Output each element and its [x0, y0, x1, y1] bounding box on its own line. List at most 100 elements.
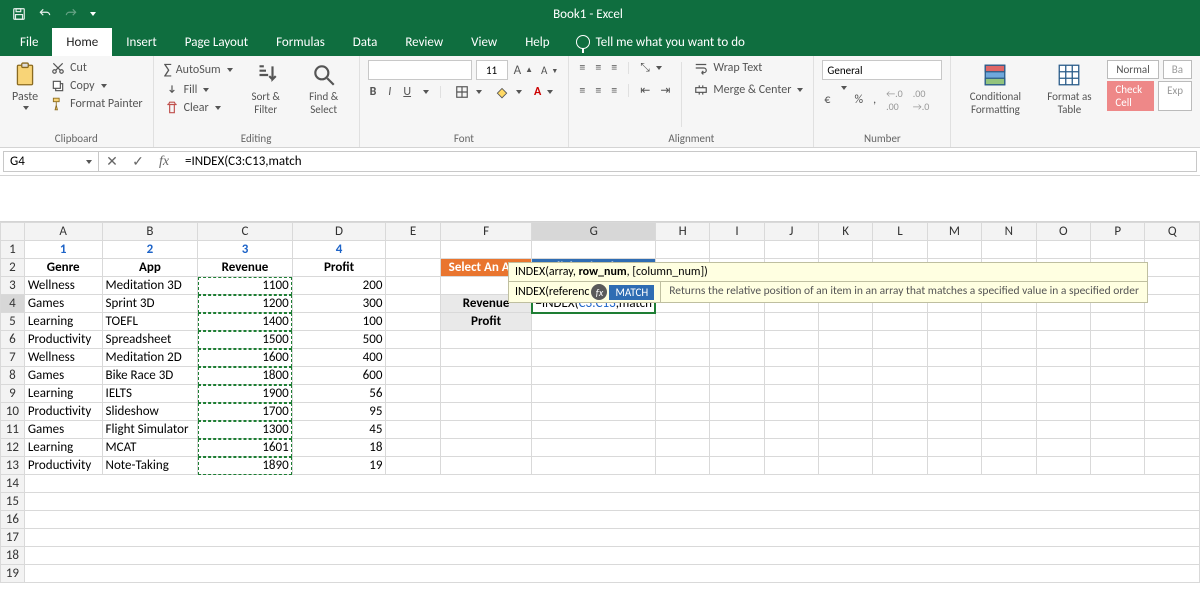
decrease-font-icon[interactable]: A▼ [539, 60, 560, 80]
chevron-down-icon[interactable] [86, 160, 92, 164]
tab-data[interactable]: Data [339, 28, 392, 56]
cell-genre[interactable]: Games [24, 421, 102, 439]
align-center-icon[interactable]: ≡ [593, 82, 603, 99]
find-select-button[interactable]: Find & Select [297, 60, 351, 118]
cell-revenue[interactable]: 1601 [198, 439, 292, 457]
tab-insert[interactable]: Insert [112, 28, 171, 56]
profit-label-cell[interactable]: Profit [440, 313, 532, 331]
cell-profit[interactable]: 19 [292, 457, 386, 475]
cut-button[interactable]: Cut [48, 60, 145, 76]
tab-home[interactable]: Home [52, 28, 112, 56]
font-color-button[interactable]: A [532, 84, 555, 100]
cell-app[interactable]: Note-Taking [102, 457, 198, 475]
cell-app[interactable]: Slideshow [102, 403, 198, 421]
orientation-icon[interactable]: ⤡ [638, 60, 664, 76]
insert-function-button[interactable]: fx [151, 151, 177, 172]
tab-help[interactable]: Help [511, 28, 563, 56]
format-painter-button[interactable]: Format Painter [48, 96, 145, 112]
currency-button[interactable]: € [822, 86, 832, 114]
italic-button[interactable]: I [386, 84, 393, 100]
cell-app[interactable]: IELTS [102, 385, 198, 403]
cell-genre[interactable]: Wellness [24, 277, 102, 295]
sort-filter-button[interactable]: Sort & Filter [241, 60, 291, 118]
cell-revenue[interactable]: 1400 [198, 313, 292, 331]
col-header-G[interactable]: G [532, 223, 656, 241]
cell-profit[interactable]: 100 [292, 313, 386, 331]
cell-app[interactable]: TOEFL [102, 313, 198, 331]
cell-revenue[interactable]: 1600 [198, 349, 292, 367]
col-header-C[interactable]: C [198, 223, 292, 241]
align-bottom-icon[interactable]: ≡ [609, 60, 619, 76]
cell-profit[interactable]: 45 [292, 421, 386, 439]
cell-revenue[interactable]: 1800 [198, 367, 292, 385]
comma-button[interactable]: , [871, 86, 878, 114]
cell-genre[interactable]: Games [24, 367, 102, 385]
cell-profit[interactable]: 56 [292, 385, 386, 403]
cell-genre[interactable]: Learning [24, 313, 102, 331]
align-top-icon[interactable]: ≡ [577, 60, 587, 76]
tab-page-layout[interactable]: Page Layout [171, 28, 262, 56]
tab-view[interactable]: View [457, 28, 511, 56]
cell-app[interactable]: Sprint 3D [102, 295, 198, 313]
cell-profit[interactable]: 400 [292, 349, 386, 367]
cell-genre[interactable]: Productivity [24, 403, 102, 421]
align-left-icon[interactable]: ≡ [577, 82, 587, 99]
copy-button[interactable]: Copy [48, 78, 145, 94]
cell-profit[interactable]: 600 [292, 367, 386, 385]
wrap-text-button[interactable]: Wrap Text [691, 60, 805, 76]
cell-genre[interactable]: Games [24, 295, 102, 313]
align-middle-icon[interactable]: ≡ [593, 60, 603, 76]
match-suggestion-chip[interactable]: MATCH [609, 285, 654, 300]
cell-style-check-cell[interactable]: Check Cell [1107, 81, 1154, 111]
name-box[interactable]: G4 [3, 151, 99, 172]
formula-bar-input[interactable] [177, 151, 1197, 172]
percent-button[interactable]: % [853, 86, 866, 114]
conditional-formatting-button[interactable]: Conditional Formatting [959, 60, 1031, 118]
col-header-F[interactable]: F [440, 223, 532, 241]
enter-edit-button[interactable]: ✓ [125, 151, 151, 172]
col-header-A[interactable]: A [24, 223, 102, 241]
merge-center-button[interactable]: Merge & Center [691, 82, 805, 98]
undo-icon[interactable] [36, 5, 54, 23]
cell-style-normal[interactable]: Normal [1107, 60, 1158, 79]
cell-app[interactable]: MCAT [102, 439, 198, 457]
clear-button[interactable]: Clear [162, 100, 235, 116]
number-format-combo[interactable] [822, 60, 942, 80]
indent-increase-icon[interactable]: ⇥ [658, 82, 672, 99]
cell-profit[interactable]: 200 [292, 277, 386, 295]
cell-app[interactable]: Flight Simulator [102, 421, 198, 439]
cell-revenue[interactable]: 1500 [198, 331, 292, 349]
format-as-table-button[interactable]: Format as Table [1037, 60, 1101, 118]
cancel-edit-button[interactable]: ✕ [99, 151, 125, 172]
borders-button[interactable] [452, 84, 484, 100]
cell-revenue[interactable]: 1300 [198, 421, 292, 439]
redo-icon[interactable] [62, 5, 80, 23]
underline-button[interactable]: U [401, 84, 413, 100]
select-all-corner[interactable] [1, 223, 25, 241]
tab-formulas[interactable]: Formulas [262, 28, 339, 56]
cell-app[interactable]: Bike Race 3D [102, 367, 198, 385]
tell-me-search[interactable]: Tell me what you want to do [564, 35, 745, 50]
indent-decrease-icon[interactable]: ⇤ [638, 82, 652, 99]
cell-profit[interactable]: 500 [292, 331, 386, 349]
increase-decimal-icon[interactable]: ←.0.00 [884, 86, 905, 114]
save-icon[interactable] [10, 5, 28, 23]
cell-genre[interactable]: Learning [24, 439, 102, 457]
col-header-B[interactable]: B [102, 223, 198, 241]
cell-genre[interactable]: Productivity [24, 457, 102, 475]
cell-style-bad[interactable]: Ba [1163, 60, 1192, 79]
cell-revenue[interactable]: 1890 [198, 457, 292, 475]
increase-font-icon[interactable]: A▲ [512, 60, 535, 80]
font-name-combo[interactable] [368, 60, 472, 80]
cell-genre[interactable]: Learning [24, 385, 102, 403]
cell-app[interactable]: Meditation 2D [102, 349, 198, 367]
fill-color-button[interactable] [492, 84, 524, 100]
col-header-E[interactable]: E [386, 223, 440, 241]
align-right-icon[interactable]: ≡ [609, 82, 619, 99]
decrease-decimal-icon[interactable]: .00→.0 [911, 86, 932, 114]
tab-review[interactable]: Review [391, 28, 457, 56]
worksheet-grid[interactable]: AB CD EF G HIJKLMNOPQ 1 1 2 3 4 2 Genre … [0, 222, 1200, 583]
cell-app[interactable]: Spreadsheet [102, 331, 198, 349]
paste-button[interactable]: Paste [8, 60, 42, 112]
cell-genre[interactable]: Wellness [24, 349, 102, 367]
